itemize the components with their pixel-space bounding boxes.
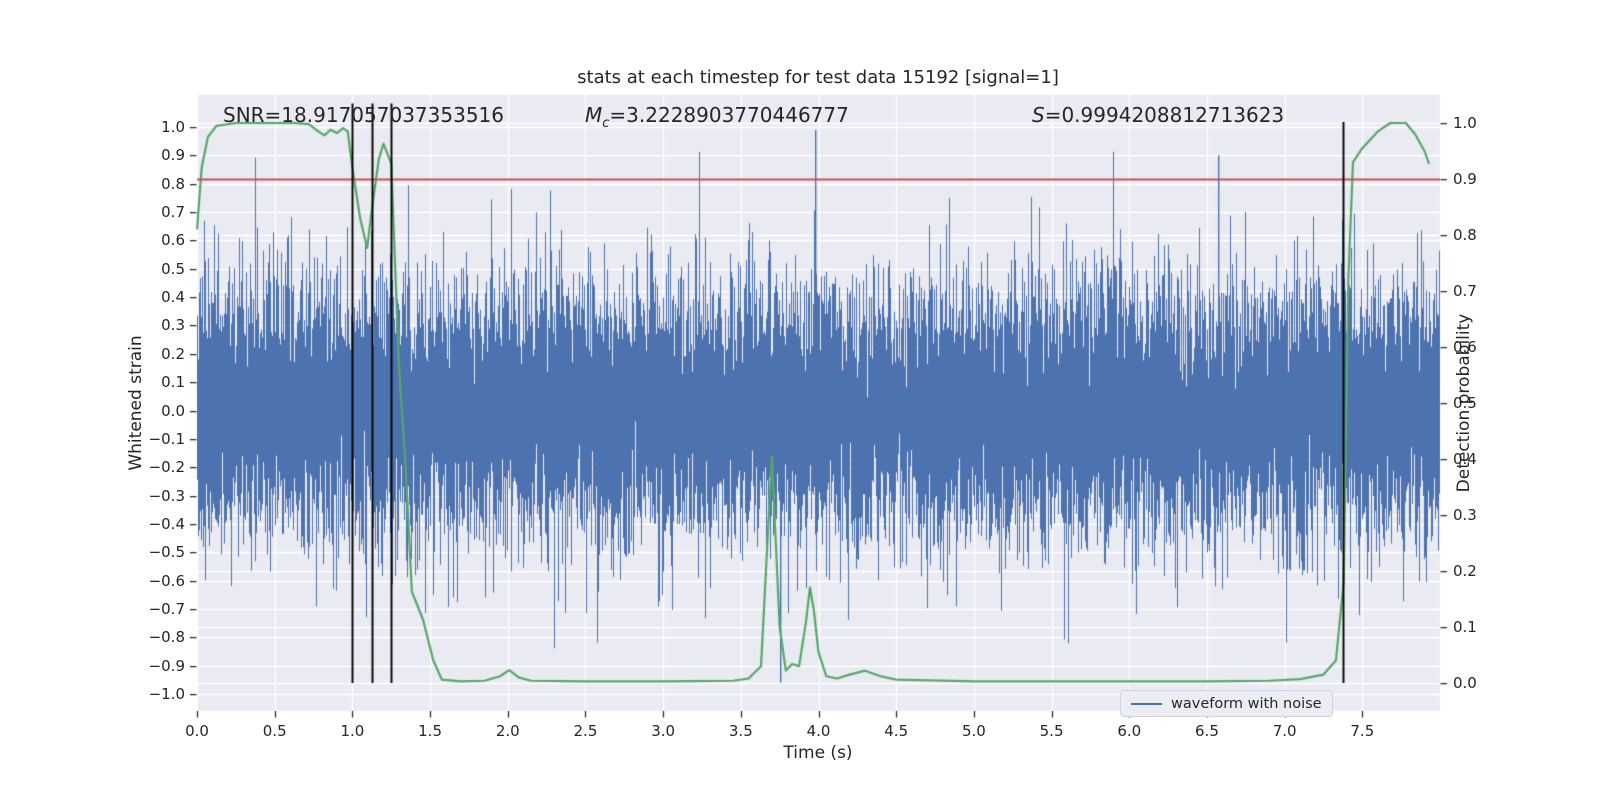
x-tick: 7.0 bbox=[1272, 722, 1297, 740]
y-tick-right: 0.0 bbox=[1453, 674, 1477, 692]
y-tick-left: −0.4 bbox=[148, 514, 185, 533]
x-tick: 1.0 bbox=[340, 722, 365, 740]
legend: waveform with noise bbox=[1120, 690, 1333, 717]
y-tick-left: 0.3 bbox=[161, 316, 185, 335]
y-tick-left: 0.6 bbox=[161, 231, 185, 250]
y-tick-left: −0.6 bbox=[148, 571, 185, 590]
score-value: =0.9994208812713623 bbox=[1044, 103, 1285, 127]
legend-label: waveform with noise bbox=[1171, 695, 1322, 712]
y-tick-right: 1.0 bbox=[1453, 114, 1477, 132]
y-tick-right: 0.6 bbox=[1453, 338, 1477, 356]
x-tick: 5.0 bbox=[961, 722, 986, 740]
y-tick-left: 0.0 bbox=[161, 401, 185, 420]
y-tick-left: −0.2 bbox=[148, 458, 185, 477]
x-tick: 5.5 bbox=[1039, 722, 1064, 740]
y-tick-left: −0.7 bbox=[148, 599, 185, 618]
y-tick-left: −0.3 bbox=[148, 486, 185, 505]
y-tick-left: 0.4 bbox=[161, 288, 185, 307]
y-tick-right: 0.7 bbox=[1453, 282, 1477, 300]
figure: stats at each timestep for test data 151… bbox=[0, 0, 1600, 800]
y-tick-left: 0.5 bbox=[161, 259, 185, 278]
y-tick-left: 0.9 bbox=[161, 146, 185, 165]
chirp-mass-value: =3.2228903770446777 bbox=[609, 103, 849, 127]
y-tick-right: 0.8 bbox=[1453, 226, 1477, 244]
y-tick-right: 0.9 bbox=[1453, 170, 1477, 188]
x-tick: 3.0 bbox=[651, 722, 676, 740]
x-tick: 0.5 bbox=[262, 722, 287, 740]
snr-text: SNR=18.917057037353516 bbox=[223, 103, 504, 127]
y-tick-left: −0.9 bbox=[148, 656, 185, 675]
x-tick: 4.5 bbox=[884, 722, 909, 740]
y-tick-left: 0.1 bbox=[161, 373, 185, 392]
y-tick-right: 0.2 bbox=[1453, 562, 1477, 580]
y-tick-right: 0.3 bbox=[1453, 506, 1477, 524]
x-tick: 6.0 bbox=[1117, 722, 1142, 740]
x-tick: 4.0 bbox=[806, 722, 831, 740]
y-tick-right: 0.1 bbox=[1453, 618, 1477, 636]
x-tick: 0.0 bbox=[185, 722, 209, 740]
y-tick-left: −0.1 bbox=[148, 429, 185, 448]
y-tick-left: −1.0 bbox=[148, 684, 185, 703]
y-tick-left: −0.5 bbox=[148, 543, 185, 562]
y-axis-label-left: Whitened strain bbox=[126, 335, 146, 471]
legend-line-sample bbox=[1131, 702, 1162, 705]
x-tick: 7.5 bbox=[1350, 722, 1375, 740]
y-tick-right: 0.4 bbox=[1453, 450, 1477, 468]
x-axis-label: Time (s) bbox=[783, 743, 853, 763]
y-tick-right: 0.5 bbox=[1453, 394, 1477, 412]
chirp-mass-symbol: M bbox=[585, 103, 603, 127]
y-tick-left: 0.7 bbox=[161, 203, 185, 222]
y-tick-left: −0.8 bbox=[148, 628, 185, 647]
y-tick-left: 0.8 bbox=[161, 174, 185, 193]
x-tick: 2.5 bbox=[573, 722, 598, 740]
y-tick-left: 0.2 bbox=[161, 344, 185, 363]
chart-title: stats at each timestep for test data 151… bbox=[577, 67, 1059, 88]
y-tick-left: 1.0 bbox=[161, 118, 185, 137]
x-tick: 3.5 bbox=[728, 722, 753, 740]
annotation-chirp-mass: Mc=3.2228903770446777 bbox=[585, 103, 849, 130]
annotation-snr: SNR=18.917057037353516 bbox=[223, 103, 504, 127]
score-symbol: S bbox=[1032, 103, 1045, 127]
annotation-score: S=0.9994208812713623 bbox=[1032, 103, 1284, 127]
x-tick: 2.0 bbox=[495, 722, 520, 740]
x-tick: 1.5 bbox=[418, 722, 442, 740]
x-tick: 6.5 bbox=[1195, 722, 1219, 740]
